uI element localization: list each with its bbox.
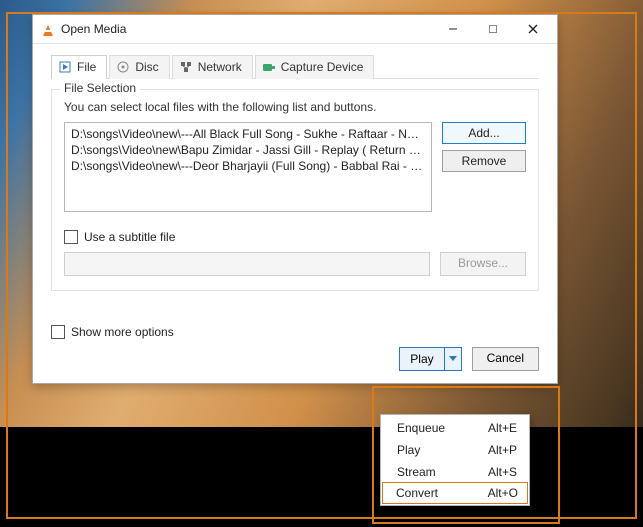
play-dropdown-caret[interactable] bbox=[444, 348, 461, 370]
play-button-label: Play bbox=[400, 352, 443, 366]
minimize-icon bbox=[448, 24, 458, 34]
tab-file[interactable]: File bbox=[51, 55, 107, 79]
tab-capture-label: Capture Device bbox=[281, 60, 364, 74]
menu-item-play[interactable]: Play Alt+P bbox=[383, 439, 527, 461]
maximize-icon bbox=[488, 24, 498, 34]
chevron-down-icon bbox=[449, 356, 457, 362]
subtitle-path-input bbox=[64, 252, 430, 276]
subtitle-checkbox-label: Use a subtitle file bbox=[84, 230, 175, 244]
menu-item-label: Enqueue bbox=[397, 421, 445, 435]
network-icon bbox=[179, 60, 193, 74]
window-title: Open Media bbox=[61, 22, 126, 36]
play-dropdown-menu: Enqueue Alt+E Play Alt+P Stream Alt+S Co… bbox=[380, 414, 530, 506]
vlc-cone-icon bbox=[41, 22, 55, 36]
close-icon bbox=[528, 24, 538, 34]
cancel-button[interactable]: Cancel bbox=[472, 347, 539, 371]
tab-capture[interactable]: Capture Device bbox=[255, 55, 375, 79]
show-more-options-label: Show more options bbox=[71, 325, 174, 339]
capture-device-icon bbox=[262, 60, 276, 74]
remove-button[interactable]: Remove bbox=[442, 150, 526, 172]
tab-disc-label: Disc bbox=[135, 60, 158, 74]
menu-item-shortcut: Alt+P bbox=[488, 443, 517, 457]
tab-file-label: File bbox=[77, 60, 96, 74]
tab-disc[interactable]: Disc bbox=[109, 55, 169, 79]
source-tabs: File Disc Network Capture Device bbox=[51, 54, 539, 79]
file-selection-group-label: File Selection bbox=[60, 81, 140, 95]
play-split-button[interactable]: Play bbox=[399, 347, 461, 371]
subtitle-browse-button: Browse... bbox=[440, 252, 526, 276]
minimize-button[interactable] bbox=[433, 16, 473, 42]
list-item[interactable]: D:\songs\Video\new\---Deor Bharjayii (Fu… bbox=[71, 158, 425, 174]
maximize-button[interactable] bbox=[473, 16, 513, 42]
list-item[interactable]: D:\songs\Video\new\---All Black Full Son… bbox=[71, 126, 425, 142]
menu-item-shortcut: Alt+S bbox=[488, 465, 517, 479]
menu-item-label: Stream bbox=[397, 465, 436, 479]
show-more-options-checkbox[interactable]: Show more options bbox=[51, 325, 174, 339]
disc-icon bbox=[116, 60, 130, 74]
subtitle-checkbox[interactable]: Use a subtitle file bbox=[64, 230, 526, 244]
tab-network-label: Network bbox=[198, 60, 242, 74]
menu-item-label: Convert bbox=[396, 486, 438, 500]
tab-network[interactable]: Network bbox=[172, 55, 253, 79]
menu-item-stream[interactable]: Stream Alt+S bbox=[383, 461, 527, 483]
menu-item-shortcut: Alt+O bbox=[488, 486, 518, 500]
close-button[interactable] bbox=[513, 16, 553, 42]
menu-item-convert[interactable]: Convert Alt+O bbox=[382, 482, 528, 504]
file-selection-group: File Selection You can select local file… bbox=[51, 89, 539, 291]
menu-item-enqueue[interactable]: Enqueue Alt+E bbox=[383, 417, 527, 439]
list-item[interactable]: D:\songs\Video\new\Bapu Zimidar - Jassi … bbox=[71, 142, 425, 158]
file-play-icon bbox=[58, 60, 72, 74]
checkbox-icon bbox=[64, 230, 78, 244]
file-selection-instruction: You can select local files with the foll… bbox=[64, 100, 526, 114]
menu-item-shortcut: Alt+E bbox=[488, 421, 517, 435]
menu-item-label: Play bbox=[397, 443, 420, 457]
file-list[interactable]: D:\songs\Video\new\---All Black Full Son… bbox=[64, 122, 432, 212]
titlebar[interactable]: Open Media bbox=[33, 15, 557, 44]
add-button[interactable]: Add... bbox=[442, 122, 526, 144]
checkbox-icon bbox=[51, 325, 65, 339]
open-media-dialog: Open Media File bbox=[32, 14, 558, 384]
